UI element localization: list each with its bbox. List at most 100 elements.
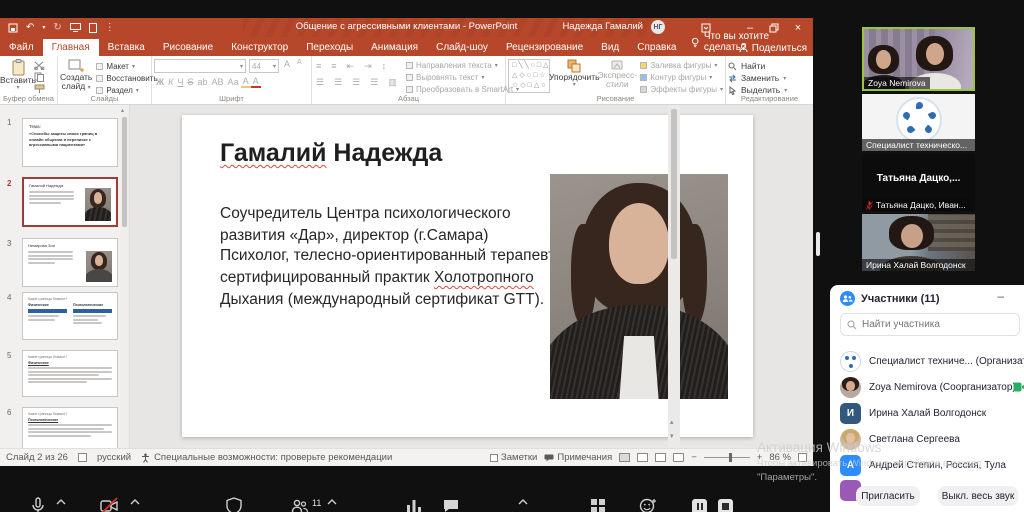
tab-slideshow[interactable]: Слайд-шоу bbox=[427, 39, 497, 56]
slide-thumbnail-5[interactable]: Какие границы бывают? Физические bbox=[22, 350, 118, 397]
start-video-button[interactable] bbox=[99, 496, 119, 512]
slide-sorter-view-button[interactable] bbox=[637, 453, 648, 462]
tab-file[interactable]: Файл bbox=[0, 39, 43, 56]
thumbnails-scrollbar[interactable]: ▴ bbox=[120, 105, 129, 448]
zoom-level[interactable]: 86 % bbox=[769, 452, 791, 463]
numbering-icon[interactable]: ≡ bbox=[329, 61, 338, 72]
shapes-gallery[interactable]: □╲╲○□△ △◇○□☆ ☆◇□△○ bbox=[508, 59, 550, 93]
underline-button[interactable]: Ч bbox=[175, 77, 185, 87]
font-name-select[interactable]: ▾ bbox=[154, 59, 246, 73]
account-name[interactable]: Надежда Гамалий bbox=[562, 21, 643, 32]
participants-chevron-icon[interactable] bbox=[326, 496, 338, 508]
cut-icon[interactable] bbox=[34, 61, 45, 70]
scroll-up-icon[interactable]: ▴ bbox=[121, 107, 124, 114]
align-right-icon[interactable]: ☰ bbox=[350, 77, 362, 88]
theme-icon[interactable] bbox=[78, 453, 87, 462]
justify-icon[interactable]: ☰ bbox=[368, 77, 380, 88]
copy-icon[interactable] bbox=[34, 72, 45, 82]
tab-transitions[interactable]: Переходы bbox=[297, 39, 362, 56]
security-button[interactable] bbox=[224, 496, 244, 512]
arrange-button[interactable]: Упорядочить▾ bbox=[554, 59, 594, 94]
video-tile-active-speaker[interactable]: Zoya Nemirova bbox=[862, 27, 975, 91]
line-spacing-icon[interactable]: ↕ bbox=[380, 61, 389, 72]
tab-help[interactable]: Справка bbox=[628, 39, 685, 56]
bold-button[interactable]: Ж bbox=[154, 77, 166, 87]
video-tile-no-camera[interactable]: Татьяна Дацко,... Татьяна Дацко, Иван... bbox=[862, 154, 975, 211]
char-spacing-button[interactable]: АВ bbox=[209, 77, 225, 87]
italic-button[interactable]: К bbox=[166, 77, 175, 87]
mute-all-button[interactable]: Выкл. весь звук bbox=[938, 486, 1018, 506]
video-tile-logo[interactable]: Специалист техническо... bbox=[862, 94, 975, 151]
strikethrough-button[interactable]: S bbox=[185, 77, 195, 87]
shape-effects-button[interactable]: Эффекты фигуры▾ bbox=[640, 85, 723, 94]
participant-row[interactable]: Zoya Nemirova (Соорганизатор) bbox=[840, 375, 1024, 399]
tab-insert[interactable]: Вставка bbox=[99, 39, 154, 56]
columns-icon[interactable]: ▥ bbox=[386, 77, 399, 88]
video-options-chevron-icon[interactable] bbox=[129, 496, 141, 508]
slide-scrollbar[interactable]: ▴ ▾ bbox=[668, 105, 680, 448]
slideshow-view-button[interactable] bbox=[673, 453, 684, 462]
quick-styles-button[interactable]: Экспресс-стили bbox=[598, 59, 636, 94]
invite-button[interactable]: Пригласить bbox=[856, 486, 920, 506]
chat-button[interactable] bbox=[441, 496, 461, 512]
reading-view-button[interactable] bbox=[655, 453, 666, 462]
participant-row[interactable]: Специалист техниче... (Организатор, я) bbox=[840, 349, 1024, 373]
slide-thumbnail-2-selected[interactable]: Гамалий Надежда bbox=[22, 177, 118, 227]
tab-home[interactable]: Главная bbox=[43, 39, 99, 56]
text-direction-button[interactable]: Направления текста▾ bbox=[406, 61, 519, 70]
tab-draw[interactable]: Рисование bbox=[154, 39, 222, 56]
find-button[interactable]: Найти bbox=[728, 61, 811, 71]
zoom-in-button[interactable]: + bbox=[757, 452, 763, 463]
shrink-font-icon[interactable]: А bbox=[295, 59, 304, 73]
shape-fill-button[interactable]: Заливка фигуры▾ bbox=[640, 61, 723, 70]
align-center-icon[interactable]: ☰ bbox=[332, 77, 344, 88]
participant-row[interactable]: Светлана Сергеева bbox=[840, 427, 1024, 451]
notes-toggle[interactable]: Заметки bbox=[490, 452, 537, 463]
tab-view[interactable]: Вид bbox=[592, 39, 628, 56]
previous-slide-icon[interactable]: ▴ bbox=[670, 418, 674, 426]
polls-button[interactable] bbox=[404, 496, 424, 512]
slide-thumbnail-4[interactable]: Какие границы бывают? Физические Психоло… bbox=[22, 292, 118, 340]
search-input[interactable] bbox=[862, 319, 1002, 330]
text-shadow-button[interactable]: ab bbox=[195, 77, 209, 87]
normal-view-button[interactable] bbox=[619, 453, 630, 462]
fit-slide-button[interactable] bbox=[798, 453, 807, 462]
zoom-slider[interactable] bbox=[704, 457, 750, 458]
slide-thumbnail-1[interactable]: Тема: «Способы защиты своих границ в онл… bbox=[22, 118, 118, 167]
align-left-icon[interactable]: ☰ bbox=[314, 77, 326, 88]
grow-font-icon[interactable]: А bbox=[282, 59, 292, 73]
video-strip-collapse-handle[interactable] bbox=[816, 232, 820, 256]
tab-review[interactable]: Рецензирование bbox=[497, 39, 592, 56]
format-painter-icon[interactable] bbox=[34, 84, 45, 94]
mute-button[interactable] bbox=[28, 496, 48, 512]
tab-animations[interactable]: Анимация bbox=[362, 39, 427, 56]
highlight-color-button[interactable]: А bbox=[241, 76, 251, 88]
indent-increase-icon[interactable]: ⇥ bbox=[362, 61, 374, 72]
share-options-chevron-icon[interactable] bbox=[517, 496, 529, 508]
new-slide-button[interactable]: Создать слайд ▾ bbox=[60, 59, 92, 95]
replace-button[interactable]: Заменить▾ bbox=[728, 73, 811, 83]
accessibility-checker[interactable]: Специальные возможности: проверьте реком… bbox=[141, 452, 392, 463]
shape-outline-button[interactable]: Контур фигуры▾ bbox=[640, 73, 723, 82]
slide-thumbnail-6[interactable]: Какие границы бывают? Психологические bbox=[22, 407, 118, 448]
layout-button[interactable]: Макет▾ bbox=[96, 62, 157, 71]
panel-minimize-button[interactable]: – bbox=[997, 289, 1004, 303]
reset-button[interactable]: Восстановить bbox=[96, 74, 157, 83]
stop-recording-button[interactable] bbox=[718, 499, 733, 512]
mic-options-chevron-icon[interactable] bbox=[55, 496, 67, 508]
font-color-button[interactable]: А bbox=[251, 76, 261, 88]
slide-thumbnail-3[interactable]: Немирова Зоя bbox=[22, 238, 118, 287]
participant-row[interactable]: И Ирина Халай Волгодонск bbox=[840, 401, 1024, 425]
video-tile-irina[interactable]: Ирина Халай Волгодонск bbox=[862, 214, 975, 271]
next-slide-icon[interactable]: ▾ bbox=[670, 432, 674, 440]
font-size-select[interactable]: 44▾ bbox=[249, 59, 279, 73]
language-indicator[interactable]: русский bbox=[97, 452, 131, 463]
convert-smartart-button[interactable]: Преобразовать в SmartArt▾ bbox=[406, 85, 519, 94]
bullets-icon[interactable]: ≡ bbox=[314, 61, 323, 72]
reactions-button[interactable] bbox=[638, 496, 658, 512]
zoom-out-button[interactable]: − bbox=[691, 452, 697, 463]
pause-recording-button[interactable] bbox=[692, 499, 707, 512]
apps-button[interactable] bbox=[588, 496, 608, 512]
change-case-button[interactable]: Аа bbox=[226, 77, 241, 87]
account-avatar[interactable]: НГ bbox=[651, 20, 665, 34]
